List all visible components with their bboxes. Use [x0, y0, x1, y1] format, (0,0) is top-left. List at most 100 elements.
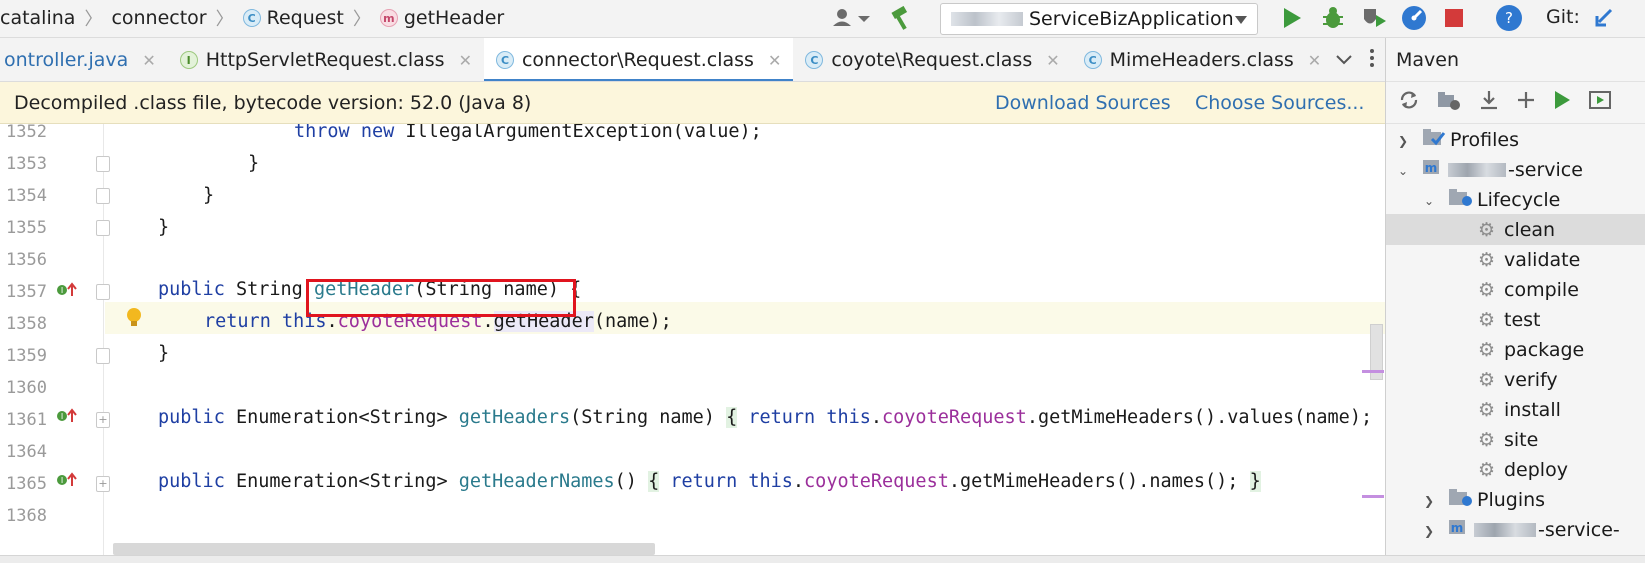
code-editor[interactable]: 1352 1353 1354 1355 1356 1357 1358 1359 … — [0, 124, 1385, 555]
line-number: 1352 — [6, 124, 47, 142]
chevron-right-icon[interactable]: ❯ — [1424, 524, 1436, 538]
svg-text:m: m — [1425, 161, 1438, 175]
tree-node-module[interactable]: ⌄ m -service — [1386, 154, 1645, 185]
line-number: 1358 — [6, 314, 47, 334]
tree-node-lifecycle[interactable]: ⌄ Lifecycle — [1386, 184, 1645, 215]
tree-node-module[interactable]: ❯ m -service- — [1386, 514, 1645, 545]
close-icon[interactable]: ✕ — [768, 51, 781, 70]
fold-end-marker[interactable] — [96, 348, 110, 364]
breadcrumb-label: Request — [266, 7, 344, 29]
tree-node-goal-deploy[interactable]: ⚙ deploy — [1386, 454, 1645, 485]
chevron-down-icon[interactable]: ⌄ — [1424, 194, 1436, 208]
close-icon[interactable]: ✕ — [459, 51, 472, 70]
chevron-right-icon[interactable]: ❯ — [1424, 494, 1436, 508]
implements-method-icon[interactable]: I — [56, 408, 78, 428]
fold-end-marker[interactable] — [96, 188, 110, 204]
reload-folder-icon[interactable] — [1436, 89, 1462, 116]
editor-gutter: 1352 1353 1354 1355 1356 1357 1358 1359 … — [0, 124, 104, 555]
fold-expand-marker[interactable]: + — [96, 476, 110, 492]
tab-httpservletrequest[interactable]: I HttpServletRequest.class ✕ — [168, 38, 484, 81]
fold-expand-marker[interactable]: + — [96, 412, 110, 428]
run-maven-icon[interactable] — [1552, 89, 1572, 116]
class-icon: C — [1083, 51, 1102, 69]
coverage-icon[interactable] — [1360, 6, 1388, 30]
gear-icon: ⚙ — [1478, 398, 1496, 421]
breadcrumb-label: catalina — [0, 7, 76, 29]
class-icon: C — [495, 51, 514, 69]
line-number: 1354 — [6, 186, 47, 206]
gear-icon: ⚙ — [1478, 458, 1496, 481]
plugins-folder-icon — [1448, 487, 1474, 512]
reload-icon[interactable] — [1398, 89, 1420, 116]
more-options-icon[interactable] — [1369, 48, 1375, 73]
tab-connector-request[interactable]: C connector\Request.class ✕ — [483, 38, 794, 81]
execute-goal-icon[interactable] — [1588, 89, 1612, 116]
add-icon[interactable] — [1516, 90, 1536, 115]
hammer-icon[interactable] — [886, 6, 916, 30]
tree-node-label: -service — [1508, 158, 1583, 181]
tab-tools — [1335, 38, 1385, 81]
download-sources-link[interactable]: Download Sources — [995, 92, 1171, 114]
search-everywhere-icon[interactable]: ? — [1494, 5, 1524, 31]
chevron-down-icon[interactable]: ⌄ — [1398, 164, 1410, 178]
error-stripe-mark[interactable] — [1362, 495, 1384, 498]
maven-module-icon: m — [1422, 157, 1444, 182]
tree-node-label: install — [1504, 398, 1561, 421]
implements-method-icon[interactable]: I — [56, 472, 78, 492]
maven-tool-window: Maven ❯ Profiles ⌄ m -service ⌄ Lifecycl… — [1385, 38, 1645, 555]
profiler-icon[interactable] — [1400, 6, 1428, 30]
choose-sources-link[interactable]: Choose Sources... — [1195, 92, 1364, 114]
line-number: 1356 — [6, 250, 47, 270]
close-icon[interactable]: ✕ — [142, 51, 155, 70]
breadcrumb-item-catalina[interactable]: catalina — [0, 7, 75, 29]
line-number: 1360 — [6, 378, 47, 398]
line-number: 1364 — [6, 442, 47, 462]
gear-icon: ⚙ — [1478, 428, 1496, 451]
breadcrumb-item-request[interactable]: C Request — [242, 7, 344, 29]
close-icon[interactable]: ✕ — [1308, 51, 1321, 70]
gear-icon: ⚙ — [1478, 248, 1496, 271]
tree-node-goal-verify[interactable]: ⚙ verify — [1386, 364, 1645, 395]
gear-icon: ⚙ — [1478, 338, 1496, 361]
breadcrumb-item-getheader[interactable]: m getHeader — [379, 7, 504, 29]
debug-icon[interactable] — [1320, 6, 1346, 30]
tab-label: coyote\Request.class — [831, 49, 1033, 71]
tree-node-goal-site[interactable]: ⚙ site — [1386, 424, 1645, 455]
tree-node-goal-test[interactable]: ⚙ test — [1386, 304, 1645, 335]
close-icon[interactable]: ✕ — [1046, 51, 1059, 70]
chevron-down-icon[interactable] — [1335, 49, 1353, 71]
fold-start-marker[interactable] — [96, 284, 110, 300]
breadcrumb-item-connector[interactable]: connector — [111, 7, 206, 29]
redacted-text — [951, 12, 1023, 26]
stop-icon[interactable] — [1442, 6, 1466, 30]
download-icon[interactable] — [1478, 89, 1500, 116]
line-number: 1365 — [6, 474, 47, 494]
tree-node-goal-install[interactable]: ⚙ install — [1386, 394, 1645, 425]
tree-node-plugins[interactable]: ❯ Plugins — [1386, 484, 1645, 515]
line-number: 1361 — [6, 410, 47, 430]
tree-node-goal-compile[interactable]: ⚙ compile — [1386, 274, 1645, 305]
git-update-icon[interactable] — [1592, 6, 1616, 30]
gear-icon: ⚙ — [1478, 308, 1496, 331]
redacted-text — [1474, 523, 1536, 537]
tree-node-profiles[interactable]: ❯ Profiles — [1386, 124, 1645, 155]
tab-mimeheaders[interactable]: C MimeHeaders.class ✕ — [1072, 38, 1334, 81]
line-number: 1357 — [6, 282, 47, 302]
intention-bulb-icon[interactable] — [126, 308, 142, 328]
tab-coyote-request[interactable]: C coyote\Request.class ✕ — [793, 38, 1071, 81]
tree-node-label: compile — [1504, 278, 1579, 301]
fold-end-marker[interactable] — [96, 220, 110, 236]
tab-controller-java[interactable]: ontroller.java ✕ — [0, 38, 168, 81]
error-stripe-mark[interactable] — [1362, 370, 1384, 373]
tree-node-goal-package[interactable]: ⚙ package — [1386, 334, 1645, 365]
tree-node-label: -service- — [1538, 518, 1620, 541]
run-icon[interactable] — [1280, 6, 1304, 30]
implements-method-icon[interactable]: I — [56, 282, 78, 302]
user-icon[interactable] — [830, 6, 874, 30]
tree-node-goal-validate[interactable]: ⚙ validate — [1386, 244, 1645, 275]
chevron-right-icon[interactable]: ❯ — [1398, 134, 1410, 148]
fold-end-marker[interactable] — [96, 156, 110, 172]
run-configuration-selector[interactable]: ServiceBizApplication — [940, 3, 1258, 35]
horizontal-scrollbar-thumb[interactable] — [113, 543, 655, 555]
tree-node-goal-clean[interactable]: ⚙ clean — [1386, 214, 1645, 245]
